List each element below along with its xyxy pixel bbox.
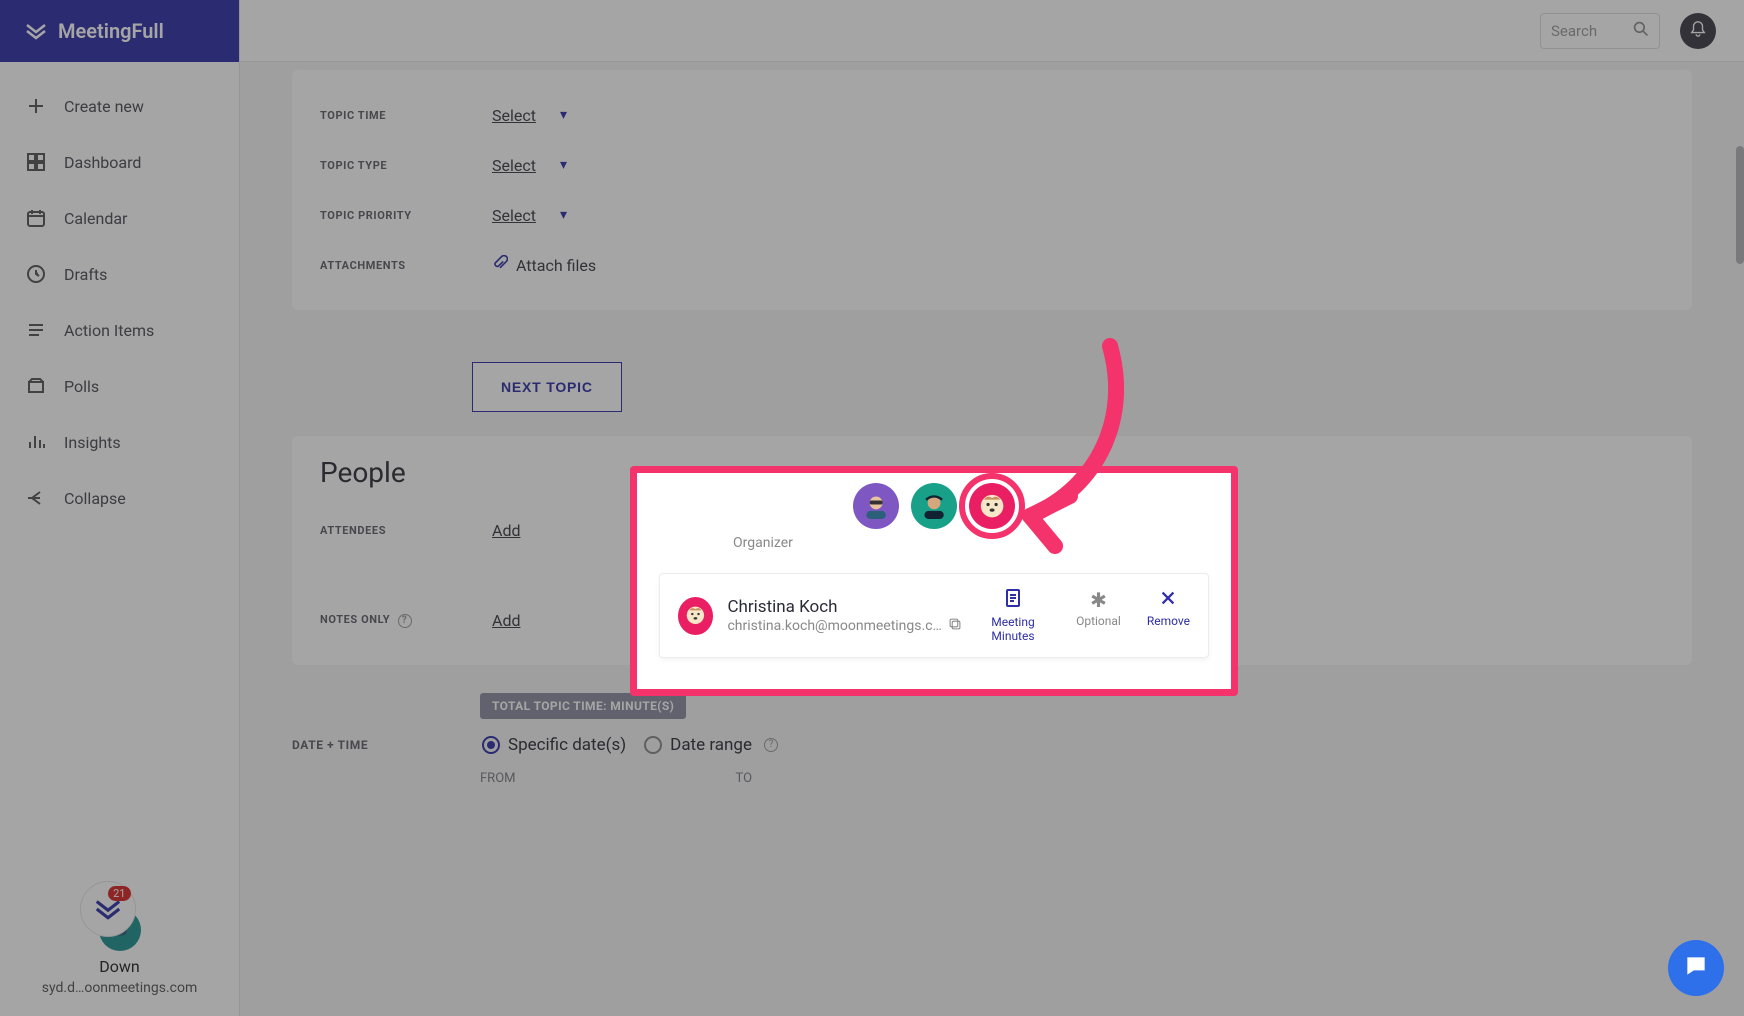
next-topic-button[interactable]: NEXT TOPIC — [472, 362, 622, 412]
attendee-avatar-christina[interactable] — [969, 483, 1015, 529]
datetime-section: TOTAL TOPIC TIME: MINUTE(S) DATE + TIME … — [292, 693, 1692, 786]
attach-files-button[interactable]: Attach files — [492, 255, 596, 275]
organizer-label: Organizer — [733, 535, 779, 551]
remove-action[interactable]: Remove — [1147, 588, 1190, 628]
insights-icon — [24, 430, 48, 454]
search-icon — [1633, 21, 1649, 41]
attendee-avatar-2[interactable] — [911, 483, 957, 529]
person-card-email: christina.koch@moonmeetings.c… — [727, 618, 941, 634]
clock-icon — [24, 262, 48, 286]
date-range-radio[interactable]: Date range ? — [644, 735, 778, 755]
tutorial-highlight-box: Organizer Christina Koch christina.koch@… — [630, 466, 1238, 696]
polls-icon — [24, 374, 48, 398]
scrollbar[interactable] — [1736, 146, 1744, 264]
attendees-label: ATTENDEES — [320, 524, 492, 537]
chevron-down-icon[interactable]: ▾ — [560, 107, 567, 123]
topic-priority-select[interactable]: Select — [492, 206, 536, 225]
bell-icon — [1689, 20, 1707, 42]
person-detail-card: Christina Koch christina.koch@moonmeetin… — [659, 573, 1209, 658]
topic-priority-label: TOPIC PRIORITY — [320, 209, 492, 222]
help-icon[interactable]: ? — [398, 614, 412, 628]
notifications-button[interactable] — [1680, 13, 1716, 49]
attendee-avatar-organizer[interactable] — [853, 483, 899, 529]
total-topic-time-chip: TOTAL TOPIC TIME: MINUTE(S) — [480, 693, 686, 719]
asterisk-icon: ✱ — [1076, 588, 1121, 612]
attachments-label: ATTACHMENTS — [320, 259, 492, 272]
to-label: TO — [736, 771, 753, 786]
brand-name: MeetingFull — [58, 19, 164, 43]
nav-insights[interactable]: Insights — [0, 414, 239, 470]
nav-calendar[interactable]: Calendar — [0, 190, 239, 246]
close-icon — [1147, 588, 1190, 612]
nav-polls[interactable]: Polls — [0, 358, 239, 414]
topic-time-select[interactable]: Select — [492, 106, 536, 125]
date-time-label: DATE + TIME — [292, 738, 464, 752]
add-attendee-button[interactable]: Add — [492, 521, 520, 540]
topic-type-label: TOPIC TYPE — [320, 159, 492, 172]
radio-unchecked-icon — [644, 736, 662, 754]
nav-list: Create new Dashboard Calendar Drafts — [0, 62, 239, 1016]
chevron-down-icon[interactable]: ▾ — [560, 207, 567, 223]
badge-count: 21 — [108, 886, 130, 901]
list-icon — [24, 318, 48, 342]
topic-settings-panel: TOPIC TIME Select ▾ TOPIC TYPE Select ▾ … — [292, 70, 1692, 310]
person-card-name: Christina Koch — [727, 597, 961, 617]
sidebar: MeetingFull Create new Dashboard Calenda… — [0, 0, 240, 1016]
topic-time-label: TOPIC TIME — [320, 109, 492, 122]
specific-dates-radio[interactable]: Specific date(s) — [482, 735, 626, 755]
notes-only-label: NOTES ONLY ? — [320, 613, 492, 628]
paperclip-icon — [492, 255, 508, 275]
chat-icon — [1683, 953, 1709, 983]
brand-logo[interactable]: MeetingFull — [0, 0, 239, 62]
chat-help-button[interactable] — [1668, 940, 1724, 996]
arrow-left-icon — [24, 486, 48, 510]
nav-dashboard[interactable]: Dashboard — [0, 134, 239, 190]
search-input[interactable]: Search — [1540, 13, 1660, 49]
plus-icon — [24, 94, 48, 118]
person-card-avatar — [678, 597, 713, 635]
nav-create-new[interactable]: Create new — [0, 78, 239, 134]
nav-collapse[interactable]: Collapse — [0, 470, 239, 526]
from-label: FROM — [480, 771, 516, 786]
help-icon[interactable]: ? — [764, 738, 778, 752]
topic-type-select[interactable]: Select — [492, 156, 536, 175]
chevron-down-icon[interactable]: ▾ — [560, 157, 567, 173]
app-badge-icon[interactable]: 21 — [80, 881, 136, 937]
topbar: Search — [240, 0, 1744, 62]
dashboard-icon — [24, 150, 48, 174]
nav-action-items[interactable]: Action Items — [0, 302, 239, 358]
meeting-minutes-action[interactable]: Meeting Minutes — [976, 588, 1050, 643]
add-notes-only-button[interactable]: Add — [492, 611, 520, 630]
copy-icon[interactable] — [948, 617, 962, 635]
radio-checked-icon — [482, 736, 500, 754]
calendar-icon — [24, 206, 48, 230]
nav-drafts[interactable]: Drafts — [0, 246, 239, 302]
user-name: Down — [0, 957, 239, 976]
sidebar-user-block: 21 Down syd.d…oonmeetings.com — [0, 909, 239, 996]
brand-mark-icon — [24, 19, 48, 43]
user-email: syd.d…oonmeetings.com — [0, 980, 239, 996]
optional-action[interactable]: ✱ Optional — [1076, 588, 1121, 628]
document-icon — [976, 588, 1050, 613]
